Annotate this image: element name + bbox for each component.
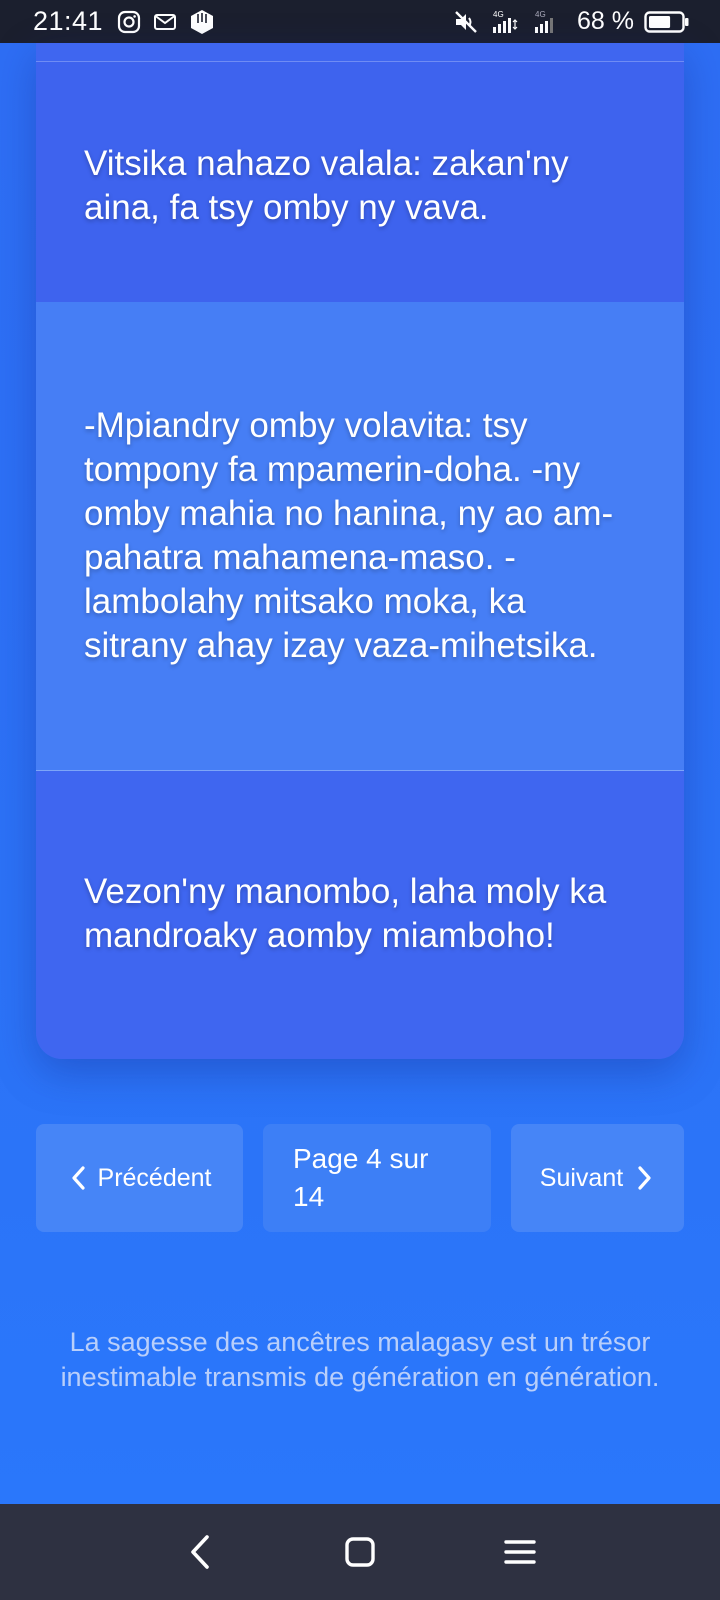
battery-fill — [649, 15, 671, 28]
proverb-item: Vitsika nahazo valala: zakan'ny aina, fa… — [36, 62, 684, 302]
back-icon[interactable] — [180, 1532, 220, 1572]
proverb-text: -Mpiandry omby volavita: tsy tompony fa … — [84, 406, 614, 665]
battery-percent: 68 % — [577, 7, 634, 35]
network-label: 4G — [493, 10, 504, 19]
chevron-right-icon — [633, 1163, 655, 1193]
page-indicator: Page 4 sur 14 — [263, 1124, 491, 1232]
status-bar: 21:41 4G 4G 68 % — [0, 0, 720, 43]
mute-icon — [453, 10, 479, 34]
proverb-card: Vitsika nahazo valala: zakan'ny aina, fa… — [36, 43, 684, 1059]
proverb-text: Vitsika nahazo valala: zakan'ny aina, fa… — [84, 144, 569, 227]
menu-icon[interactable] — [500, 1532, 540, 1572]
next-label: Suivant — [539, 1163, 624, 1192]
signal-icon: 4G — [533, 9, 559, 35]
home-icon[interactable] — [340, 1532, 380, 1572]
main-content: Vitsika nahazo valala: zakan'ny aina, fa… — [0, 43, 720, 1504]
card-top-strip — [36, 43, 684, 62]
previous-button[interactable]: Précédent — [36, 1124, 243, 1232]
network-label: 4G — [535, 10, 546, 19]
app-shield-icon — [189, 9, 215, 35]
proverb-text: Vezon'ny manombo, laha moly ka mandroaky… — [84, 871, 607, 955]
signal-icon: 4G — [491, 9, 521, 35]
mail-icon — [153, 12, 177, 32]
page-info-text: Page 4 sur 14 — [293, 1143, 429, 1212]
status-time: 21:41 — [33, 6, 104, 36]
next-button[interactable]: Suivant — [511, 1124, 684, 1232]
previous-label: Précédent — [97, 1163, 212, 1192]
proverb-item: Vezon'ny manombo, laha moly ka mandroaky… — [36, 771, 684, 1059]
status-right-group: 4G 4G 68 % — [453, 7, 690, 36]
chevron-left-icon — [68, 1163, 90, 1193]
proverb-item: -Mpiandry omby volavita: tsy tompony fa … — [36, 302, 684, 771]
navigation-bar — [0, 1504, 720, 1600]
instagram-icon — [117, 10, 141, 34]
footer-text: La sagesse des ancêtres malagasy est un … — [60, 1327, 660, 1392]
battery-icon — [644, 10, 690, 34]
